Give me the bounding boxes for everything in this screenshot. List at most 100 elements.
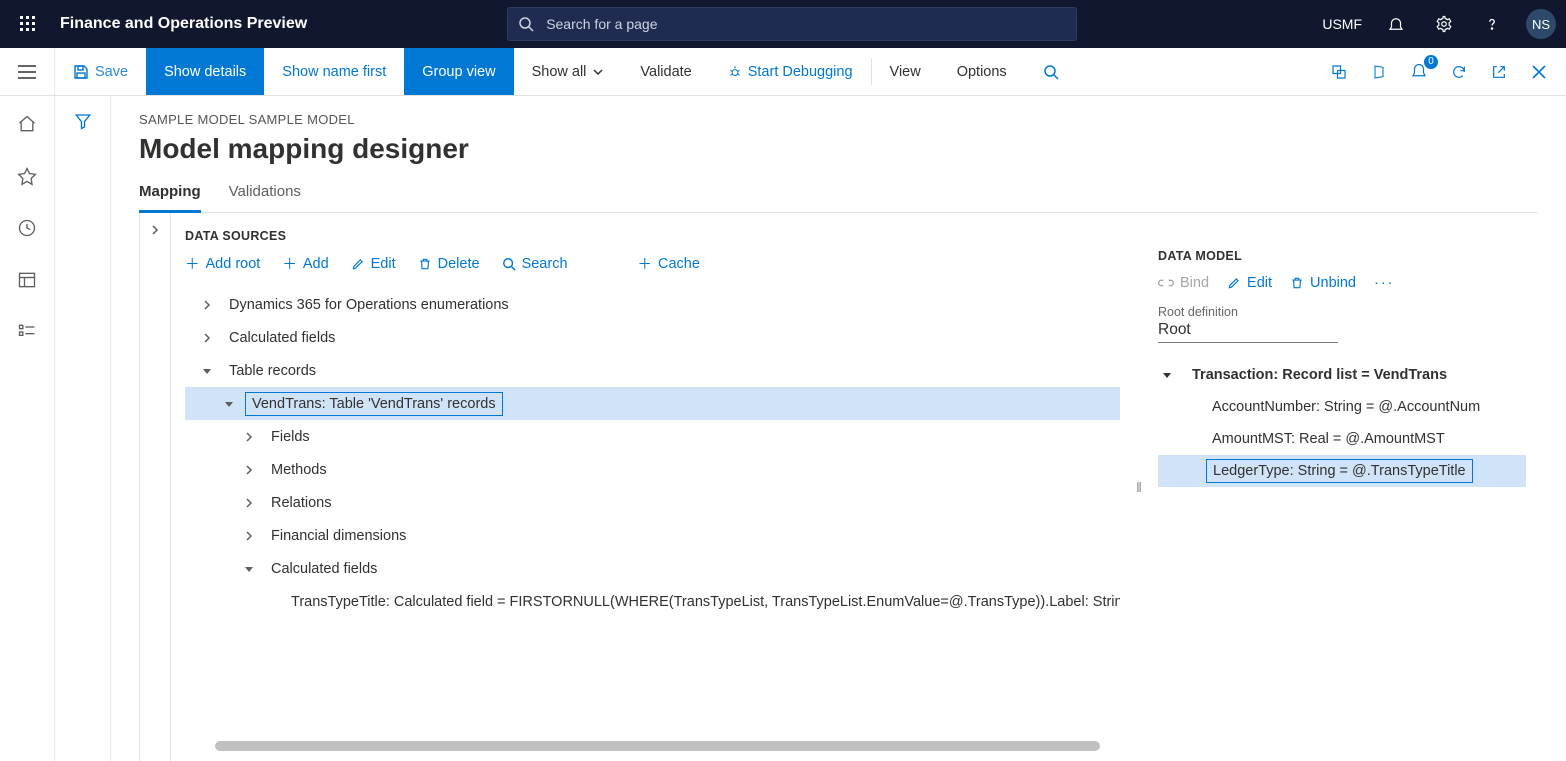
start-debugging-button[interactable]: Start Debugging	[710, 48, 871, 95]
chevron-right-icon[interactable]	[241, 462, 257, 478]
view-button[interactable]: View	[872, 48, 939, 95]
tree-node-fields[interactable]: Fields	[185, 420, 1120, 453]
chevron-right-icon[interactable]	[241, 528, 257, 544]
chevron-down-icon[interactable]	[241, 561, 257, 577]
validate-button[interactable]: Validate	[622, 48, 709, 95]
messages-icon[interactable]: 0	[1402, 55, 1436, 89]
dm-node-transaction[interactable]: Transaction: Record list = VendTrans	[1158, 359, 1526, 391]
dm-tree: Transaction: Record list = VendTrans Acc…	[1158, 359, 1526, 487]
dm-node-ledgertype[interactable]: LedgerType: String = @.TransTypeTitle	[1158, 455, 1526, 487]
tree-node-calc-root[interactable]: Calculated fields	[185, 321, 1120, 354]
bind-button[interactable]: Bind	[1158, 275, 1209, 291]
office-icon[interactable]	[1362, 55, 1396, 89]
show-all-button[interactable]: Show all	[514, 48, 623, 95]
delete-label: Delete	[438, 256, 480, 272]
dm-edit-button[interactable]: Edit	[1227, 275, 1272, 291]
data-model-title: DATA MODEL	[1158, 249, 1526, 263]
add-button[interactable]: ＋ Add	[282, 253, 328, 274]
dm-node-amountmst[interactable]: AmountMST: Real = @.AmountMST	[1158, 423, 1526, 455]
trash-icon	[418, 257, 432, 271]
edit-label: Edit	[371, 256, 396, 272]
pencil-icon	[1227, 276, 1241, 290]
bind-label: Bind	[1180, 275, 1209, 291]
help-icon[interactable]	[1478, 10, 1506, 38]
tree-node-methods[interactable]: Methods	[185, 453, 1120, 486]
root-definition-label: Root definition	[1158, 305, 1526, 319]
tree-node-transtypetitle[interactable]: TransTypeTitle: Calculated field = FIRST…	[185, 585, 1120, 618]
waffle-icon[interactable]	[10, 6, 46, 42]
bell-icon[interactable]	[1382, 10, 1410, 38]
data-sources-title: DATA SOURCES	[185, 229, 1120, 243]
global-search[interactable]	[507, 7, 1077, 41]
recent-icon[interactable]	[15, 216, 39, 240]
hamburger-icon[interactable]	[0, 48, 55, 95]
refresh-icon[interactable]	[1442, 55, 1476, 89]
cache-label: Cache	[658, 256, 700, 272]
unbind-button[interactable]: Unbind	[1290, 275, 1356, 291]
ds-search-button[interactable]: Search	[502, 253, 568, 274]
trash-icon	[1290, 276, 1304, 290]
cache-button[interactable]: ＋ Cache	[638, 253, 700, 274]
chevron-right-icon[interactable]	[241, 429, 257, 445]
chevron-right-icon[interactable]	[241, 495, 257, 511]
star-icon[interactable]	[15, 164, 39, 188]
chevron-down-icon[interactable]	[221, 396, 237, 412]
save-icon	[73, 64, 89, 80]
messages-badge: 0	[1424, 55, 1438, 69]
show-details-button[interactable]: Show details	[146, 48, 264, 95]
popout-icon[interactable]	[1482, 55, 1516, 89]
tree-node-vendtrans[interactable]: VendTrans: Table 'VendTrans' records	[185, 387, 1120, 420]
show-name-first-button[interactable]: Show name first	[264, 48, 404, 95]
tab-validations[interactable]: Validations	[229, 183, 301, 212]
save-label: Save	[95, 64, 128, 80]
workspaces-icon[interactable]	[15, 268, 39, 292]
tree-node-relations[interactable]: Relations	[185, 486, 1120, 519]
group-view-button[interactable]: Group view	[404, 48, 513, 95]
top-app-bar: Finance and Operations Preview USMF NS	[0, 0, 1566, 48]
company-code[interactable]: USMF	[1322, 16, 1362, 32]
user-avatar[interactable]: NS	[1526, 9, 1556, 39]
gear-icon[interactable]	[1430, 10, 1458, 38]
start-debugging-label: Start Debugging	[748, 64, 853, 80]
add-label: Add	[303, 256, 329, 272]
search-icon	[518, 16, 534, 32]
funnel-icon[interactable]	[74, 112, 92, 761]
plus-icon: ＋	[638, 253, 653, 274]
horizontal-scrollbar[interactable]	[215, 741, 1100, 751]
options-button[interactable]: Options	[939, 48, 1025, 95]
delete-button[interactable]: Delete	[418, 253, 480, 274]
dm-edit-label: Edit	[1247, 275, 1272, 291]
dm-node-accountnumber[interactable]: AccountNumber: String = @.AccountNum	[1158, 391, 1526, 423]
global-search-input[interactable]	[544, 15, 1066, 33]
tree-node-table-records[interactable]: Table records	[185, 354, 1120, 387]
save-button[interactable]: Save	[55, 48, 146, 95]
home-icon[interactable]	[15, 112, 39, 136]
attachments-icon[interactable]	[1322, 55, 1356, 89]
unbind-label: Unbind	[1310, 275, 1356, 291]
chevron-down-icon[interactable]	[1162, 370, 1178, 380]
root-definition-value[interactable]: Root	[1158, 321, 1338, 343]
tree-node-financial-dimensions[interactable]: Financial dimensions	[185, 519, 1120, 552]
plus-icon: ＋	[282, 253, 297, 274]
find-button[interactable]	[1025, 48, 1077, 95]
data-sources-panel: DATA SOURCES ＋Add root ＋Add Edit Delete …	[171, 213, 1130, 761]
ds-expand-handle[interactable]	[139, 213, 171, 761]
modules-icon[interactable]	[15, 320, 39, 344]
tree-node-enum[interactable]: Dynamics 365 for Operations enumerations	[185, 288, 1120, 321]
edit-button[interactable]: Edit	[351, 253, 396, 274]
chevron-down-icon[interactable]	[199, 363, 215, 379]
chevron-right-icon[interactable]	[199, 297, 215, 313]
more-button[interactable]: ···	[1374, 275, 1395, 291]
filter-rail	[55, 96, 111, 761]
tree-node-calc-child[interactable]: Calculated fields	[185, 552, 1120, 585]
command-bar: Save Show details Show name first Group …	[0, 48, 1566, 96]
chevron-down-icon	[592, 66, 604, 78]
app-title: Finance and Operations Preview	[60, 15, 307, 33]
show-all-label: Show all	[532, 64, 587, 80]
add-root-label: Add root	[206, 256, 261, 272]
chevron-right-icon[interactable]	[199, 330, 215, 346]
tab-mapping[interactable]: Mapping	[139, 183, 201, 213]
splitter[interactable]: ‖	[1130, 213, 1148, 761]
close-icon[interactable]	[1522, 55, 1556, 89]
add-root-button[interactable]: ＋Add root	[185, 253, 260, 274]
